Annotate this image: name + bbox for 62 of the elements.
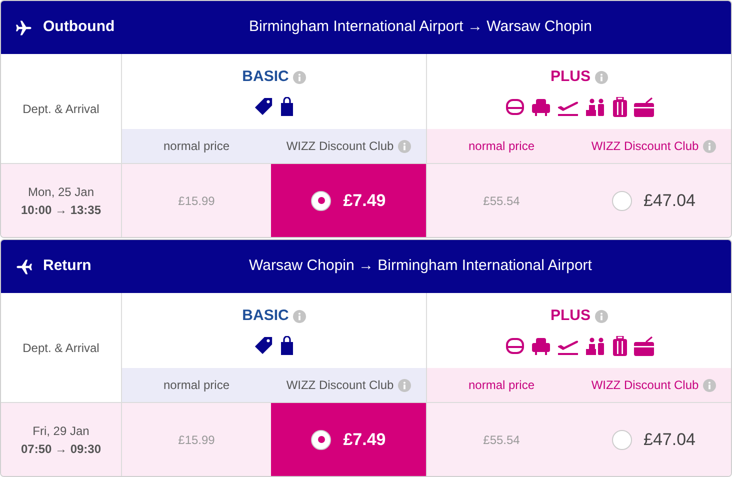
direction-label: Return xyxy=(43,256,92,276)
info-icon[interactable] xyxy=(594,71,608,84)
normal-price: £15.99 xyxy=(178,192,215,210)
column-heading: WIZZ Discount Club xyxy=(591,138,699,155)
bag-icon xyxy=(634,336,654,356)
flight-times: 07:50 → 09:30 xyxy=(20,440,102,458)
flight-times: 10:00 → 13:35 xyxy=(20,202,102,218)
club-price: £7.49 xyxy=(343,190,386,212)
radio-button[interactable] xyxy=(311,430,332,450)
flight-date: Fri, 29 Jan xyxy=(32,422,90,440)
normal-price: £55.54 xyxy=(483,432,520,448)
column-heading: normal price xyxy=(163,138,230,155)
info-icon[interactable] xyxy=(398,140,411,152)
info-icon[interactable] xyxy=(292,71,306,84)
club-price: £47.04 xyxy=(644,428,696,451)
info-icon[interactable] xyxy=(292,310,306,323)
bag-icon xyxy=(634,96,654,117)
seat-icon xyxy=(504,98,524,116)
suitcase-icon xyxy=(612,96,626,117)
armchair-icon xyxy=(532,98,550,116)
column-heading: normal price xyxy=(468,138,535,155)
price-option[interactable]: £7.49 xyxy=(271,164,426,237)
fare-title: PLUS xyxy=(550,306,590,326)
fare-title: BASIC xyxy=(242,306,289,326)
info-icon[interactable] xyxy=(594,310,608,323)
direction-label: Outbound xyxy=(43,17,115,38)
people-icon xyxy=(586,98,606,116)
radio-button[interactable] xyxy=(612,430,632,450)
column-label: Dept. & Arrival xyxy=(22,340,100,356)
radio-button[interactable] xyxy=(612,190,632,210)
column-label: Dept. & Arrival xyxy=(22,100,100,118)
fare-title: PLUS xyxy=(550,67,590,88)
route-text: Birmingham International Airport → Warsaw Chopin xyxy=(249,18,592,36)
plane-icon xyxy=(15,20,33,36)
bag-icon xyxy=(280,97,294,116)
info-icon[interactable] xyxy=(398,378,411,392)
tag-icon xyxy=(254,97,273,116)
fare-title: BASIC xyxy=(242,67,289,88)
price-option[interactable]: £47.04 xyxy=(576,403,731,476)
flight-date: Mon, 25 Jan xyxy=(28,184,94,200)
club-price: £47.04 xyxy=(644,190,696,212)
route-text: Warsaw Chopin → Birmingham International Airport xyxy=(249,257,592,274)
club-price: £7.49 xyxy=(343,428,386,451)
info-icon[interactable] xyxy=(702,378,716,392)
people-icon xyxy=(586,336,606,355)
column-heading: normal price xyxy=(163,377,230,394)
radio-button[interactable] xyxy=(311,190,332,210)
column-heading: WIZZ Discount Club xyxy=(591,377,699,394)
price-option[interactable]: £7.49 xyxy=(271,403,426,476)
armchair-icon xyxy=(532,336,550,355)
tag-icon xyxy=(254,336,273,356)
column-heading: WIZZ Discount Club xyxy=(286,138,394,155)
column-heading: WIZZ Discount Club xyxy=(286,377,394,394)
normal-price: £55.54 xyxy=(483,192,520,210)
info-icon[interactable] xyxy=(702,140,716,152)
plane-icon xyxy=(15,258,33,274)
seat-icon xyxy=(504,336,524,355)
price-option[interactable]: £47.04 xyxy=(576,164,731,237)
bag-icon xyxy=(280,336,294,356)
normal-price: £15.99 xyxy=(178,432,215,448)
column-heading: normal price xyxy=(468,377,535,394)
suitcase-icon xyxy=(612,336,626,356)
